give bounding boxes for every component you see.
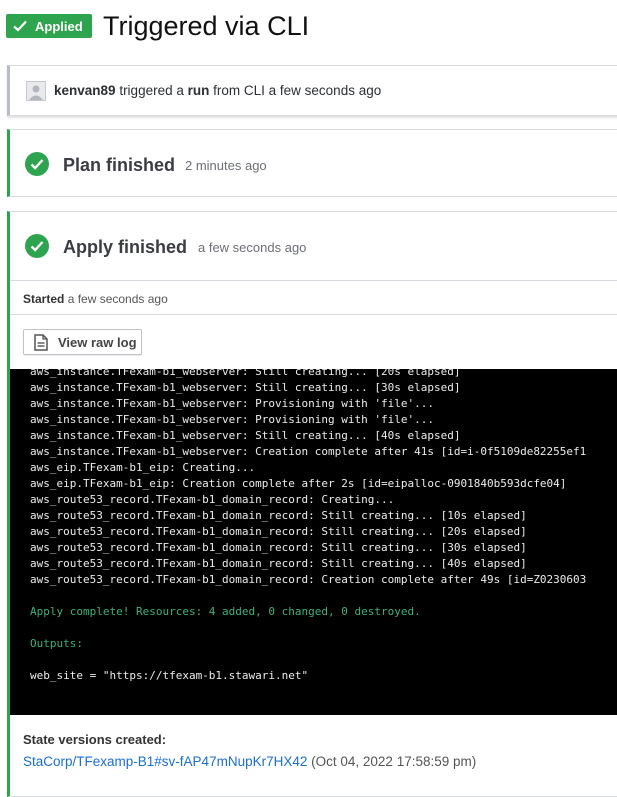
apply-stage-card: Apply finished a few seconds ago Started… [7, 211, 617, 797]
log-line: aws_route53_record.TFexam-b1_domain_reco… [30, 541, 527, 554]
log-line: aws_instance.TFexam-b1_webserver: Creati… [30, 445, 587, 458]
state-version-link[interactable]: StaCorp/TFexamp-B1#sv-fAP47mNupKr7HX42 [23, 754, 307, 769]
user-avatar-icon[interactable] [26, 81, 46, 101]
divider [10, 280, 617, 281]
plan-time: 2 minutes ago [185, 158, 267, 173]
state-version-timestamp: (Oct 04, 2022 17:58:59 pm) [311, 754, 477, 769]
document-icon [34, 333, 48, 351]
started-label: Started [23, 292, 65, 306]
state-version-entry: StaCorp/TFexamp-B1#sv-fAP47mNupKr7HX42 (… [23, 754, 476, 769]
log-line: aws_route53_record.TFexam-b1_domain_reco… [30, 493, 395, 506]
apply-time: a few seconds ago [198, 240, 307, 255]
log-line: Outputs: [30, 637, 83, 650]
state-versions-label: State versions created: [23, 732, 167, 747]
log-line [30, 620, 586, 636]
trigger-info-card: kenvan89 triggered a run from CLI a few … [7, 65, 617, 116]
log-line: aws_route53_record.TFexam-b1_domain_reco… [30, 573, 587, 586]
divider [10, 314, 617, 315]
log-line: aws_instance.TFexam-b1_webserver: Provis… [30, 413, 434, 426]
log-line: aws_instance.TFexam-b1_webserver: Still … [30, 381, 461, 394]
check-circle-icon [25, 152, 49, 176]
check-circle-icon [25, 234, 49, 258]
trigger-text: kenvan89 triggered a run from CLI a few … [54, 83, 381, 98]
log-line: aws_instance.TFexam-b1_webserver: Provis… [30, 397, 434, 410]
trigger-user[interactable]: kenvan89 [54, 83, 116, 98]
started-info: Started a few seconds ago [23, 292, 168, 306]
view-raw-log-label: View raw log [58, 334, 137, 350]
log-line: aws_eip.TFexam-b1_eip: Creation complete… [30, 477, 567, 490]
log-line [30, 652, 586, 668]
log-console[interactable]: aws_instance.TFexam-b1_webserver: Still … [10, 369, 617, 715]
log-lines: aws_instance.TFexam-b1_webserver: Still … [30, 369, 586, 684]
apply-title: Apply finished [63, 237, 188, 257]
log-line: aws_route53_record.TFexam-b1_domain_reco… [30, 525, 527, 538]
trigger-text-2: from CLI a few seconds ago [213, 83, 382, 98]
plan-title: Plan finished [63, 155, 176, 175]
status-badge: Applied [6, 14, 92, 38]
status-badge-label: Applied [35, 18, 83, 34]
trigger-text-1: triggered a [119, 83, 184, 98]
log-line: aws_route53_record.TFexam-b1_domain_reco… [30, 509, 527, 522]
view-raw-log-button[interactable]: View raw log [23, 329, 142, 355]
log-line [30, 588, 586, 604]
trigger-run: run [187, 83, 210, 98]
log-line: aws_route53_record.TFexam-b1_domain_reco… [30, 557, 527, 570]
run-header: Applied Triggered via CLI [0, 0, 617, 58]
started-time: a few seconds ago [67, 292, 168, 306]
log-line: aws_eip.TFexam-b1_eip: Creating... [30, 461, 256, 474]
page-title: Triggered via CLI [103, 11, 310, 41]
check-icon [13, 20, 27, 32]
log-line: Apply complete! Resources: 4 added, 0 ch… [30, 605, 421, 618]
log-line: aws_instance.TFexam-b1_webserver: Still … [30, 369, 461, 378]
log-line: aws_instance.TFexam-b1_webserver: Still … [30, 429, 461, 442]
log-line: web_site = "https://tfexam-b1.stawari.ne… [30, 669, 309, 682]
plan-stage-card[interactable]: Plan finished 2 minutes ago [7, 129, 617, 197]
